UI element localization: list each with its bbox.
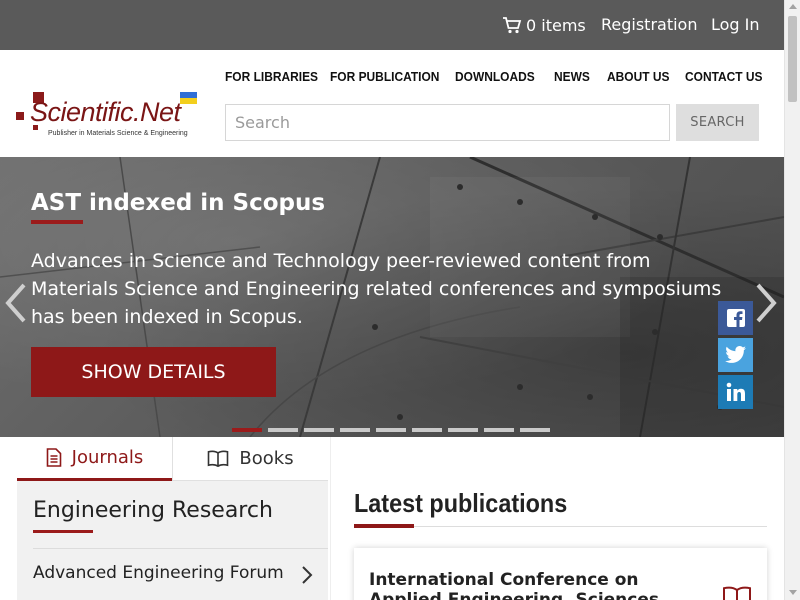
top-bar: 0 items Registration Log In — [0, 0, 784, 50]
logo-name: Scientific.Net — [30, 97, 181, 127]
cart-label: 0 items — [526, 15, 586, 35]
hero-title: AST indexed in Scopus — [31, 190, 326, 216]
carousel-dot[interactable] — [268, 428, 298, 432]
book-icon — [723, 586, 751, 600]
scroll-up-icon[interactable] — [789, 4, 797, 9]
site-logo[interactable]: Scientific.Net Publisher in Materials Sc… — [16, 88, 200, 144]
latest-publications-title: Latest publications — [354, 488, 568, 518]
carousel-dot[interactable] — [232, 428, 262, 432]
tab-journals[interactable]: Journals — [17, 437, 172, 481]
cart-link[interactable]: 0 items — [502, 14, 586, 36]
tab-journals-label: Journals — [71, 447, 144, 468]
nav-item-for-publication[interactable]: FOR PUBLICATION — [330, 66, 439, 88]
scroll-down-icon[interactable] — [789, 590, 797, 595]
nav-item-news[interactable]: NEWS — [554, 66, 590, 88]
carousel-dot[interactable] — [304, 428, 334, 432]
nav-item-for-libraries[interactable]: FOR LIBRARIES — [225, 66, 318, 88]
tab-books-label: Books — [239, 448, 294, 469]
carousel-dot[interactable] — [376, 428, 406, 432]
carousel-dot[interactable] — [340, 428, 370, 432]
catalog-tabs: Journals Books — [17, 437, 328, 481]
nav-item-downloads[interactable]: DOWNLOADS — [455, 66, 535, 88]
registration-link[interactable]: Registration — [601, 14, 697, 36]
show-details-button[interactable]: SHOW DETAILS — [31, 347, 276, 397]
nav-item-about-us[interactable]: ABOUT US — [607, 66, 669, 88]
logo-tagline: Publisher in Materials Science & Enginee… — [48, 130, 188, 137]
search-button[interactable]: SEARCH — [676, 104, 759, 141]
publication-card-title[interactable]: International Conference on Applied Engi… — [369, 570, 699, 600]
document-icon — [46, 448, 61, 467]
linkedin-share-button[interactable] — [718, 375, 753, 409]
search-input[interactable] — [225, 104, 670, 141]
divider — [414, 526, 767, 527]
twitter-icon — [724, 346, 746, 363]
divider — [33, 548, 328, 549]
hero-title-underline — [31, 220, 83, 224]
carousel-next-icon[interactable] — [752, 283, 780, 323]
carousel-prev-icon[interactable] — [2, 283, 30, 323]
linkedin-icon — [726, 382, 745, 401]
page-scrollbar[interactable] — [784, 0, 800, 600]
scrollbar-thumb[interactable] — [788, 16, 797, 102]
carousel-dot[interactable] — [484, 428, 514, 432]
book-icon — [208, 450, 229, 467]
panel-title: Engineering Research — [33, 498, 273, 523]
twitter-share-button[interactable] — [718, 338, 753, 372]
logo-square-icon — [16, 112, 24, 120]
cart-icon — [503, 17, 522, 34]
hero-description: Advances in Science and Technology peer-… — [31, 250, 722, 328]
carousel-dot[interactable] — [412, 428, 442, 432]
list-item[interactable]: Advanced Engineering Forum — [33, 563, 284, 583]
nav-item-contact-us[interactable]: CONTACT US — [685, 66, 763, 88]
tab-books[interactable]: Books — [172, 437, 328, 481]
facebook-icon — [726, 309, 745, 327]
login-link[interactable]: Log In — [711, 14, 760, 36]
ukraine-flag-icon — [180, 92, 197, 104]
chevron-right-icon[interactable] — [300, 565, 314, 585]
facebook-share-button[interactable] — [718, 301, 753, 335]
carousel-dot[interactable] — [520, 428, 550, 432]
latest-title-underline — [354, 524, 414, 528]
carousel-dot[interactable] — [448, 428, 478, 432]
panel-title-underline — [33, 530, 93, 533]
